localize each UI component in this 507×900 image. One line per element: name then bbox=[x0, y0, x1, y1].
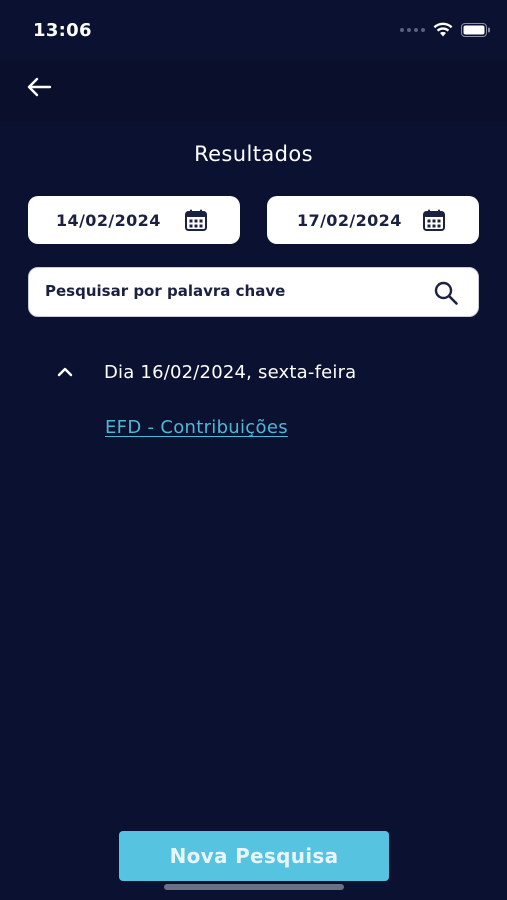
back-button[interactable] bbox=[24, 74, 54, 100]
search-box bbox=[28, 267, 479, 317]
day-group-header[interactable]: Dia 16/02/2024, sexta-feira bbox=[52, 356, 452, 388]
calendar-icon[interactable] bbox=[422, 208, 446, 232]
battery-icon bbox=[461, 22, 490, 37]
start-date-value: 14/02/2024 bbox=[56, 210, 161, 230]
wifi-icon bbox=[433, 22, 453, 37]
end-date-field[interactable]: 17/02/2024 bbox=[267, 196, 479, 244]
day-label: Dia 16/02/2024, sexta-feira bbox=[104, 361, 357, 383]
search-input[interactable] bbox=[45, 276, 415, 306]
calendar-icon[interactable] bbox=[184, 208, 208, 232]
status-icons bbox=[400, 22, 491, 37]
start-date-field[interactable]: 14/02/2024 bbox=[28, 196, 240, 244]
end-date-value: 17/02/2024 bbox=[297, 210, 402, 230]
result-link-efd-contribuicoes[interactable]: EFD - Contribuições bbox=[105, 417, 288, 438]
header-bar bbox=[0, 60, 507, 122]
signal-dots-icon bbox=[400, 27, 425, 32]
arrow-left-icon bbox=[27, 77, 52, 97]
chevron-up-icon bbox=[52, 359, 78, 385]
status-bar: 13:06 bbox=[0, 0, 507, 60]
status-time: 13:06 bbox=[33, 20, 92, 41]
new-search-button[interactable]: Nova Pesquisa bbox=[119, 831, 389, 881]
page-title: Resultados bbox=[194, 142, 313, 166]
search-icon[interactable] bbox=[433, 280, 459, 306]
home-indicator bbox=[164, 884, 344, 890]
